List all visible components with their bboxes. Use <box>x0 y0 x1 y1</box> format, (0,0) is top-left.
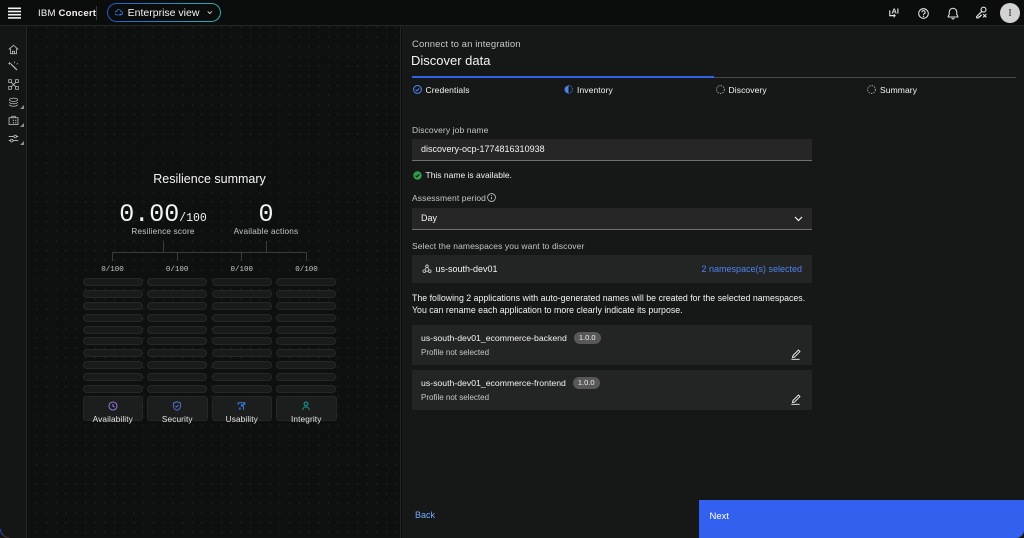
svg-text:AI: AI <box>892 6 899 15</box>
